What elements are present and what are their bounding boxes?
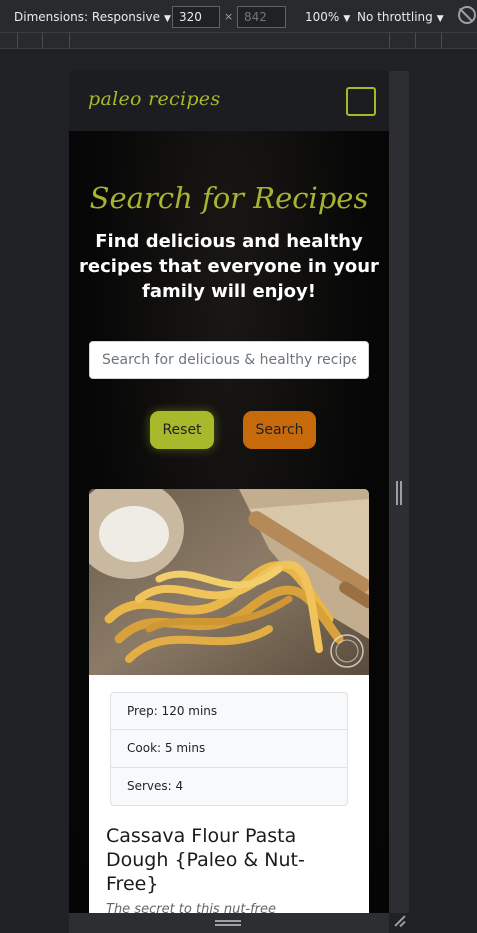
servings: Serves: 4 bbox=[110, 768, 348, 806]
hero-section: Search for Recipes Find delicious and he… bbox=[69, 131, 389, 913]
dimensions-dropdown[interactable]: Dimensions: Responsive ▼ bbox=[14, 10, 171, 24]
dimensions-label: Dimensions: Responsive bbox=[14, 10, 160, 24]
device-viewport: paleo recipes Search for Recipes Find de… bbox=[69, 71, 389, 913]
recipe-card[interactable]: Prep: 120 mins Cook: 5 mins Serves: 4 Ca… bbox=[89, 489, 369, 913]
times-separator: × bbox=[224, 10, 234, 23]
hero-subtitle: Find delicious and healthy recipes that … bbox=[79, 231, 379, 302]
media-query-ruler bbox=[0, 33, 477, 49]
search-button[interactable]: Search bbox=[243, 411, 316, 449]
zoom-label: 100% bbox=[305, 10, 340, 24]
hamburger-menu-icon[interactable] bbox=[346, 87, 376, 116]
reset-button[interactable]: Reset bbox=[150, 411, 214, 449]
zoom-dropdown[interactable]: 100% ▼ bbox=[305, 10, 350, 24]
navbar: paleo recipes bbox=[69, 71, 389, 131]
devtools-device-toolbar: Dimensions: Responsive▼ × 100%▼ No throt… bbox=[0, 0, 477, 33]
throttling-label: No throttling bbox=[357, 10, 433, 24]
recipe-title[interactable]: Cassava Flour Pasta Dough {Paleo & Nut-F… bbox=[106, 824, 356, 896]
prep-time: Prep: 120 mins bbox=[110, 692, 348, 730]
resize-grip-icon[interactable] bbox=[215, 920, 241, 926]
recipe-description: The secret to this nut-free bbox=[106, 902, 277, 913]
hero-title: Search for Recipes bbox=[89, 181, 369, 215]
chevron-down-icon: ▼ bbox=[163, 14, 171, 24]
corner-resize-icon[interactable] bbox=[394, 915, 406, 927]
brand-logo[interactable]: paleo recipes bbox=[88, 88, 220, 110]
chevron-down-icon: ▼ bbox=[436, 14, 444, 24]
cook-time: Cook: 5 mins bbox=[110, 730, 348, 768]
resize-grip-icon[interactable] bbox=[396, 481, 402, 505]
height-input[interactable] bbox=[237, 6, 286, 28]
throttling-dropdown[interactable]: No throttling ▼ bbox=[357, 10, 444, 24]
chevron-down-icon: ▼ bbox=[343, 14, 351, 24]
recipe-image[interactable] bbox=[89, 489, 369, 675]
rotate-disabled-icon[interactable] bbox=[458, 6, 476, 24]
width-input[interactable] bbox=[172, 6, 220, 28]
recipe-search-input[interactable] bbox=[89, 341, 369, 379]
